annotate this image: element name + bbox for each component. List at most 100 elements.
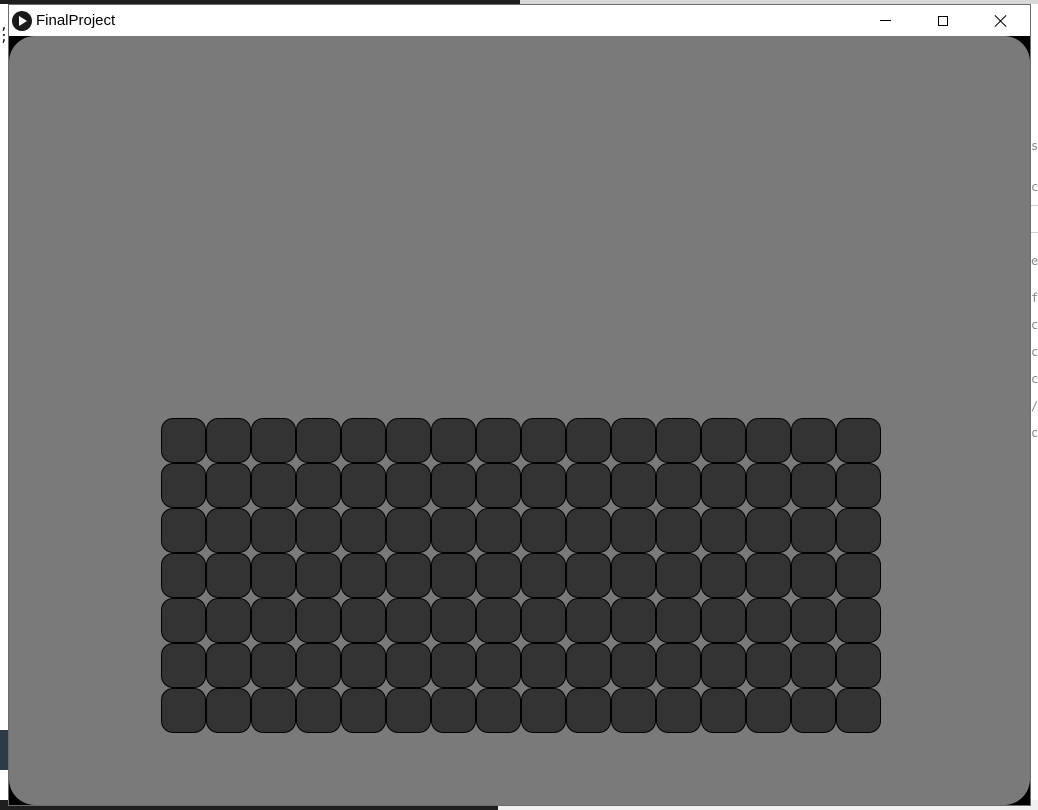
grid-tile[interactable]: [251, 598, 296, 643]
grid-tile[interactable]: [431, 463, 476, 508]
grid-tile[interactable]: [656, 463, 701, 508]
grid-tile[interactable]: [701, 598, 746, 643]
grid-tile[interactable]: [251, 553, 296, 598]
grid-tile[interactable]: [476, 463, 521, 508]
grid-tile[interactable]: [746, 643, 791, 688]
grid-tile[interactable]: [476, 688, 521, 733]
title-bar[interactable]: FinalProject: [9, 5, 1030, 36]
grid-tile[interactable]: [566, 508, 611, 553]
grid-tile[interactable]: [386, 643, 431, 688]
grid-tile[interactable]: [521, 688, 566, 733]
grid-tile[interactable]: [206, 643, 251, 688]
grid-tile[interactable]: [476, 553, 521, 598]
grid-tile[interactable]: [701, 463, 746, 508]
grid-tile[interactable]: [611, 688, 656, 733]
grid-tile[interactable]: [521, 553, 566, 598]
grid-tile[interactable]: [296, 463, 341, 508]
grid-tile[interactable]: [341, 508, 386, 553]
grid-tile[interactable]: [206, 418, 251, 463]
grid-tile[interactable]: [521, 418, 566, 463]
grid-tile[interactable]: [251, 508, 296, 553]
grid-tile[interactable]: [656, 418, 701, 463]
grid-tile[interactable]: [566, 463, 611, 508]
grid-tile[interactable]: [476, 508, 521, 553]
grid-tile[interactable]: [611, 643, 656, 688]
grid-tile[interactable]: [566, 688, 611, 733]
grid-tile[interactable]: [791, 643, 836, 688]
grid-tile[interactable]: [251, 643, 296, 688]
grid-tile[interactable]: [656, 553, 701, 598]
grid-tile[interactable]: [296, 553, 341, 598]
grid-tile[interactable]: [431, 598, 476, 643]
grid-tile[interactable]: [386, 508, 431, 553]
grid-tile[interactable]: [566, 418, 611, 463]
grid-tile[interactable]: [836, 508, 881, 553]
grid-tile[interactable]: [611, 553, 656, 598]
grid-tile[interactable]: [386, 553, 431, 598]
grid-tile[interactable]: [836, 463, 881, 508]
grid-tile[interactable]: [206, 508, 251, 553]
grid-tile[interactable]: [476, 643, 521, 688]
grid-tile[interactable]: [836, 418, 881, 463]
grid-tile[interactable]: [836, 553, 881, 598]
grid-tile[interactable]: [431, 688, 476, 733]
grid-tile[interactable]: [656, 643, 701, 688]
grid-tile[interactable]: [791, 508, 836, 553]
grid-tile[interactable]: [296, 598, 341, 643]
grid-tile[interactable]: [341, 643, 386, 688]
grid-tile[interactable]: [791, 418, 836, 463]
grid-tile[interactable]: [656, 598, 701, 643]
grid-tile[interactable]: [746, 553, 791, 598]
grid-tile[interactable]: [611, 598, 656, 643]
grid-tile[interactable]: [296, 688, 341, 733]
grid-tile[interactable]: [836, 643, 881, 688]
grid-tile[interactable]: [746, 508, 791, 553]
grid-tile[interactable]: [836, 688, 881, 733]
grid-tile[interactable]: [656, 508, 701, 553]
grid-tile[interactable]: [161, 508, 206, 553]
grid-tile[interactable]: [566, 598, 611, 643]
grid-tile[interactable]: [566, 553, 611, 598]
grid-tile[interactable]: [341, 418, 386, 463]
grid-tile[interactable]: [206, 598, 251, 643]
grid-tile[interactable]: [521, 463, 566, 508]
play-icon[interactable]: [12, 11, 32, 31]
grid-tile[interactable]: [791, 463, 836, 508]
grid-tile[interactable]: [431, 508, 476, 553]
grid-tile[interactable]: [296, 418, 341, 463]
grid-tile[interactable]: [611, 508, 656, 553]
minimize-button[interactable]: [856, 5, 914, 36]
grid-tile[interactable]: [476, 418, 521, 463]
grid-tile[interactable]: [746, 463, 791, 508]
grid-tile[interactable]: [386, 688, 431, 733]
grid-tile[interactable]: [161, 553, 206, 598]
grid-tile[interactable]: [296, 508, 341, 553]
grid-tile[interactable]: [161, 598, 206, 643]
grid-tile[interactable]: [476, 598, 521, 643]
grid-tile[interactable]: [791, 598, 836, 643]
grid-tile[interactable]: [251, 688, 296, 733]
maximize-button[interactable]: [914, 5, 972, 36]
grid-tile[interactable]: [521, 508, 566, 553]
grid-tile[interactable]: [656, 688, 701, 733]
grid-tile[interactable]: [701, 508, 746, 553]
grid-tile[interactable]: [431, 418, 476, 463]
grid-tile[interactable]: [701, 688, 746, 733]
grid-tile[interactable]: [701, 418, 746, 463]
grid-tile[interactable]: [206, 688, 251, 733]
sketch-canvas[interactable]: [9, 36, 1030, 805]
grid-tile[interactable]: [566, 643, 611, 688]
grid-tile[interactable]: [611, 463, 656, 508]
grid-tile[interactable]: [611, 418, 656, 463]
grid-tile[interactable]: [341, 463, 386, 508]
grid-tile[interactable]: [341, 688, 386, 733]
grid-tile[interactable]: [161, 643, 206, 688]
grid-tile[interactable]: [521, 643, 566, 688]
grid-tile[interactable]: [431, 643, 476, 688]
grid-tile[interactable]: [746, 598, 791, 643]
grid-tile[interactable]: [206, 463, 251, 508]
grid-tile[interactable]: [251, 463, 296, 508]
grid-tile[interactable]: [341, 553, 386, 598]
grid-tile[interactable]: [386, 598, 431, 643]
grid-tile[interactable]: [836, 598, 881, 643]
